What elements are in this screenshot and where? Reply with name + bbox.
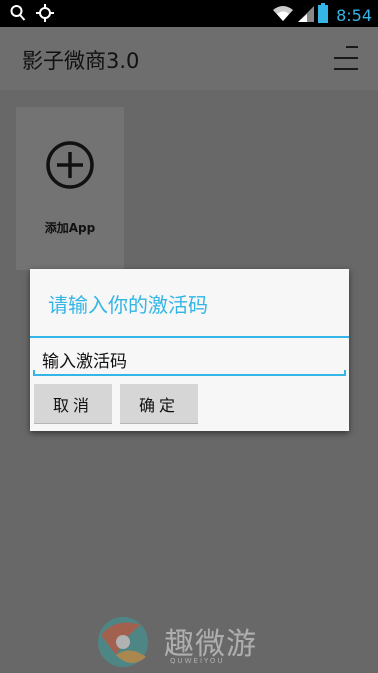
signal-icon <box>298 4 315 26</box>
status-bar: 8:54 <box>0 0 378 27</box>
screen: 8:54 影子微商3.0 添加App <box>0 0 378 673</box>
input-underline <box>33 370 346 376</box>
status-time: 8:54 <box>336 5 372 25</box>
activation-code-field <box>33 339 346 377</box>
cancel-button[interactable]: 取消 <box>34 384 112 424</box>
watermark-logo-icon <box>98 617 148 667</box>
gps-icon <box>36 4 54 26</box>
search-icon <box>10 4 26 26</box>
battery-icon <box>318 3 329 27</box>
confirm-button[interactable]: 确定 <box>120 384 198 424</box>
watermark-subtext: QUWEIYOU <box>170 657 225 665</box>
dialog-title: 请输入你的激活码 <box>48 293 208 317</box>
dialog-divider <box>30 336 349 338</box>
activation-dialog: 请输入你的激活码 取消 确定 <box>30 269 349 431</box>
wifi-icon <box>272 4 294 26</box>
watermark-logo: 趣微游 QUWEIYOU <box>96 615 296 670</box>
activation-code-input[interactable] <box>33 339 346 373</box>
